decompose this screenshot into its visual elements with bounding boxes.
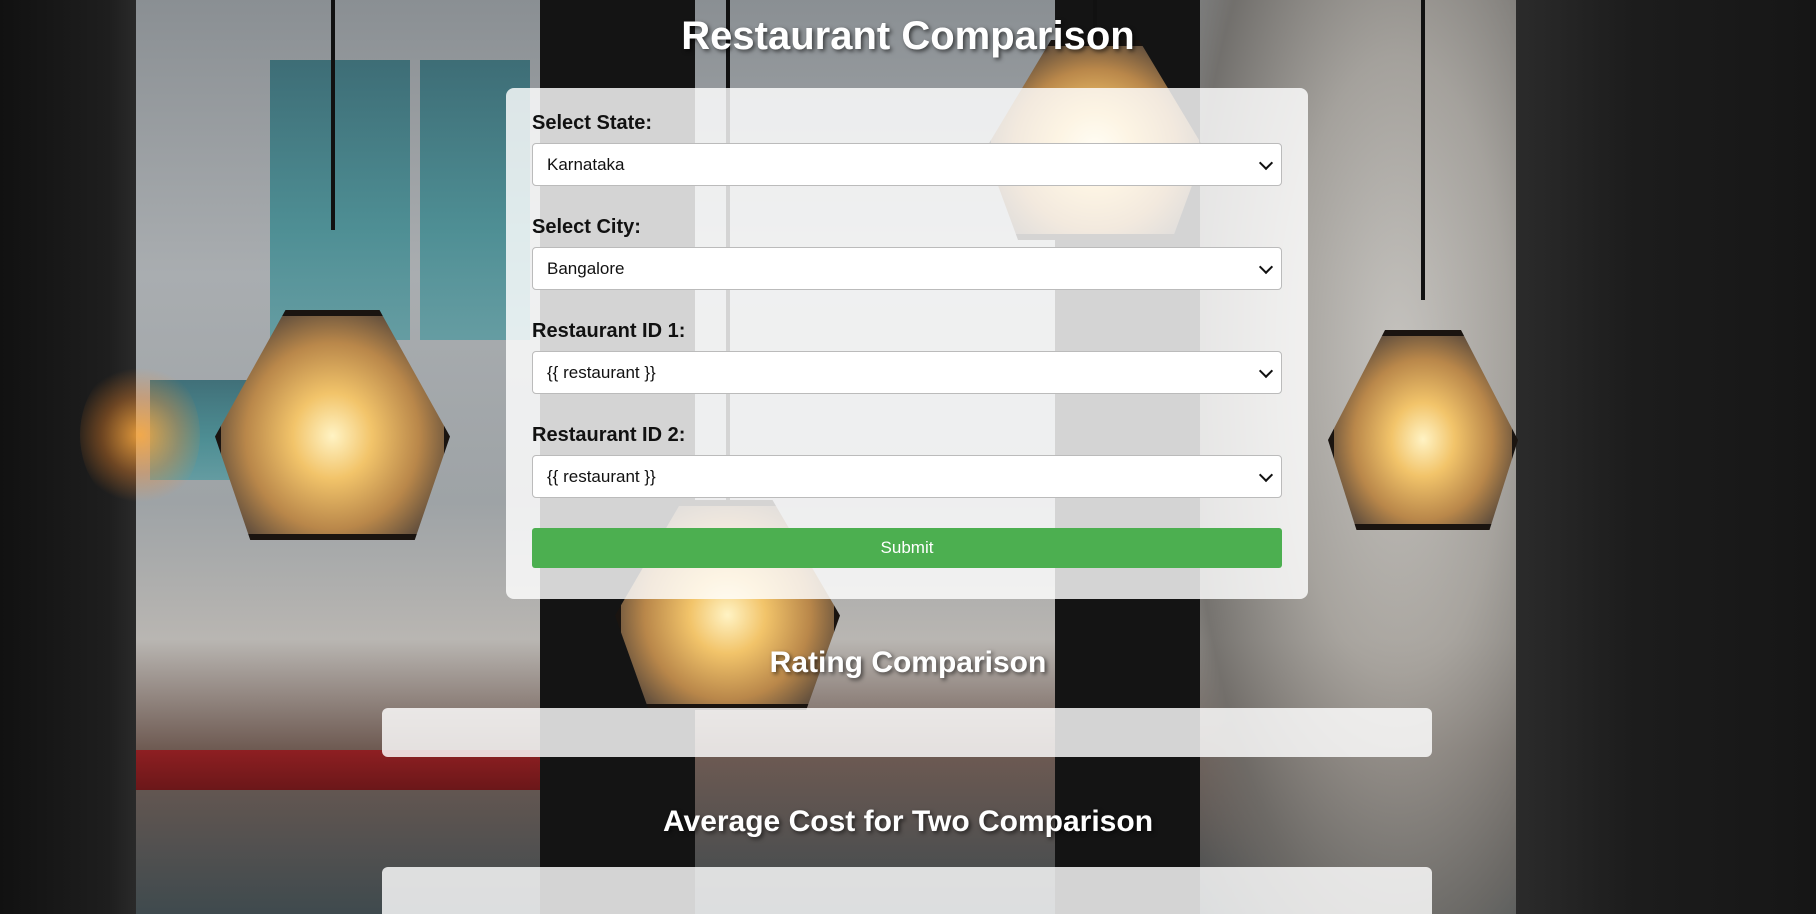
restaurant1-select-value: {{ restaurant }} bbox=[547, 362, 656, 382]
state-select[interactable]: Karnataka bbox=[532, 143, 1282, 186]
city-select[interactable]: Bangalore bbox=[532, 247, 1282, 290]
cost-comparison-title: Average Cost for Two Comparison bbox=[662, 805, 1154, 838]
city-select-value: Bangalore bbox=[547, 258, 625, 278]
restaurant2-label: Restaurant ID 2: bbox=[532, 424, 686, 446]
state-select-value: Karnataka bbox=[547, 154, 625, 174]
rating-comparison-title: Rating Comparison bbox=[769, 646, 1047, 679]
city-label: Select City: bbox=[532, 216, 641, 238]
restaurant1-select[interactable]: {{ restaurant }} bbox=[532, 351, 1282, 394]
chevron-down-icon bbox=[1258, 259, 1274, 274]
chevron-down-icon bbox=[1258, 363, 1274, 378]
comparison-form: Select State: Karnataka Select City: Ban… bbox=[506, 88, 1308, 599]
restaurant1-label: Restaurant ID 1: bbox=[532, 320, 686, 342]
page-title: Restaurant Comparison bbox=[681, 14, 1135, 58]
rating-chart-container bbox=[382, 708, 1432, 757]
restaurant2-select-value: {{ restaurant }} bbox=[547, 466, 656, 486]
restaurant2-select[interactable]: {{ restaurant }} bbox=[532, 455, 1282, 498]
chevron-down-icon bbox=[1258, 467, 1274, 482]
cost-chart-container bbox=[382, 867, 1432, 914]
chevron-down-icon bbox=[1258, 155, 1274, 170]
state-label: Select State: bbox=[532, 112, 653, 134]
page-content: Restaurant Comparison Select State: Karn… bbox=[0, 0, 1816, 914]
submit-button[interactable]: Submit bbox=[532, 528, 1282, 568]
